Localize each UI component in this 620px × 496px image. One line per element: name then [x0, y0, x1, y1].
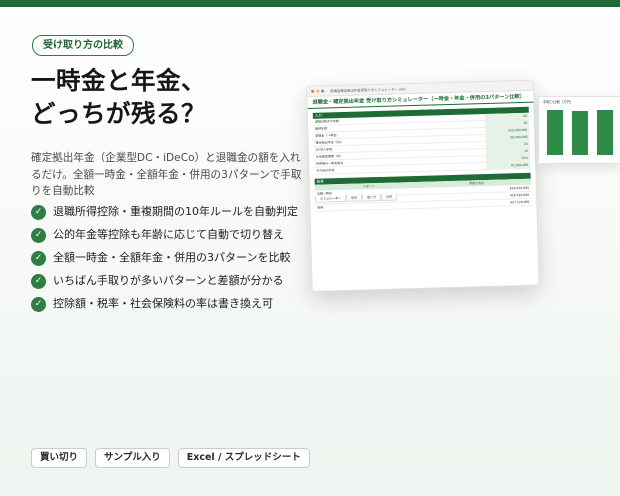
cell-value[interactable]: ¥8,000,000: [485, 133, 530, 142]
chart-bar: [547, 110, 563, 155]
badge-sample-included: サンプル入り: [95, 448, 170, 468]
category-tag: 受け取り方の比較: [32, 35, 134, 56]
cell-value: ¥26,950,000: [509, 185, 529, 191]
cell-value[interactable]: ¥20,000,000: [485, 126, 530, 135]
check-circle-icon: ✓: [31, 274, 46, 289]
sheet-tab-compare[interactable]: 比較: [381, 193, 398, 201]
cell-value[interactable]: 20: [485, 140, 530, 149]
cell-value[interactable]: 38: [485, 119, 530, 128]
check-circle-icon: ✓: [31, 251, 46, 266]
spreadsheet-preview: 退職金確定拠出年金受取り方シミュレーター.xlsx 退職金・確定拠出年金 受け取…: [306, 79, 540, 292]
check-circle-icon: ✓: [31, 228, 46, 243]
top-accent-bar: [0, 0, 620, 7]
feature-item: ✓ 退職所得控除・重複期間の10年ルールを自動判定: [31, 204, 306, 220]
title-line-1: 一時金と年金、: [31, 66, 206, 95]
window-close-dot: [311, 89, 315, 93]
cell-value[interactable]: 60: [484, 112, 530, 121]
title-line-2: どっちが残る？: [31, 99, 206, 128]
check-circle-icon: ✓: [31, 205, 46, 220]
cell-value[interactable]: 50%: [486, 154, 531, 162]
feature-text: いちばん手取りが多いパターンと差額が分かる: [53, 274, 284, 287]
window-maximize-dot: [321, 89, 325, 93]
chart-bar: [597, 110, 613, 155]
sheet-tab-simulator[interactable]: シミュレーター: [315, 194, 347, 203]
cell-value[interactable]: 10: [485, 147, 530, 156]
comparison-chart-preview: 手取り比較（万円）: [538, 96, 620, 164]
feature-text: 退職所得控除・重複期間の10年ルールを自動判定: [53, 205, 298, 218]
description: 確定拠出年金（企業型DC・iDeCo）と退職金の額を入れるだけ。全額一時金・全額…: [31, 152, 302, 197]
page-title: 一時金と年金、 どっちが残る？: [31, 64, 206, 130]
sheet-tab-howto[interactable]: 使い方: [362, 193, 382, 202]
file-name: 退職金確定拠出年金受取り方シミュレーター.xlsx: [330, 87, 406, 94]
feature-item: ✓ 控除額・税率・社会保険料の率は書き換え可: [31, 296, 306, 312]
chart-title: 手取り比較（万円）: [543, 100, 574, 104]
feature-item: ✓ 全額一時金・全額年金・併用の3パターンを比較: [31, 250, 306, 266]
cell-value[interactable]: ¥1,800,000: [486, 161, 531, 169]
window-minimize-dot: [316, 89, 320, 93]
check-circle-icon: ✓: [31, 297, 46, 312]
feature-text: 控除額・税率・社会保険料の率は書き換え可: [53, 297, 273, 310]
cell-value: ¥27,120,000: [510, 199, 530, 205]
feature-text: 全額一時金・全額年金・併用の3パターンを比較: [53, 251, 291, 264]
feature-item: ✓ 公的年金等控除も年齢に応じて自動で切り替え: [31, 227, 306, 243]
feature-text: 公的年金等控除も年齢に応じて自動で切り替え: [53, 228, 284, 241]
sheet-tab-settings[interactable]: 設定: [346, 194, 363, 202]
chart-bar: [572, 111, 588, 155]
cell-value: ¥26,410,000: [509, 192, 530, 198]
feature-list: ✓ 退職所得控除・重複期間の10年ルールを自動判定 ✓ 公的年金等控除も年齢に応…: [31, 204, 306, 319]
badge-row: 買い切り サンプル入り Excel / スプレッドシート: [31, 448, 310, 468]
badge-one-time-purchase: 買い切り: [31, 448, 88, 468]
badge-format: Excel / スプレッドシート: [177, 448, 310, 468]
feature-item: ✓ いちばん手取りが多いパターンと差額が分かる: [31, 273, 306, 289]
